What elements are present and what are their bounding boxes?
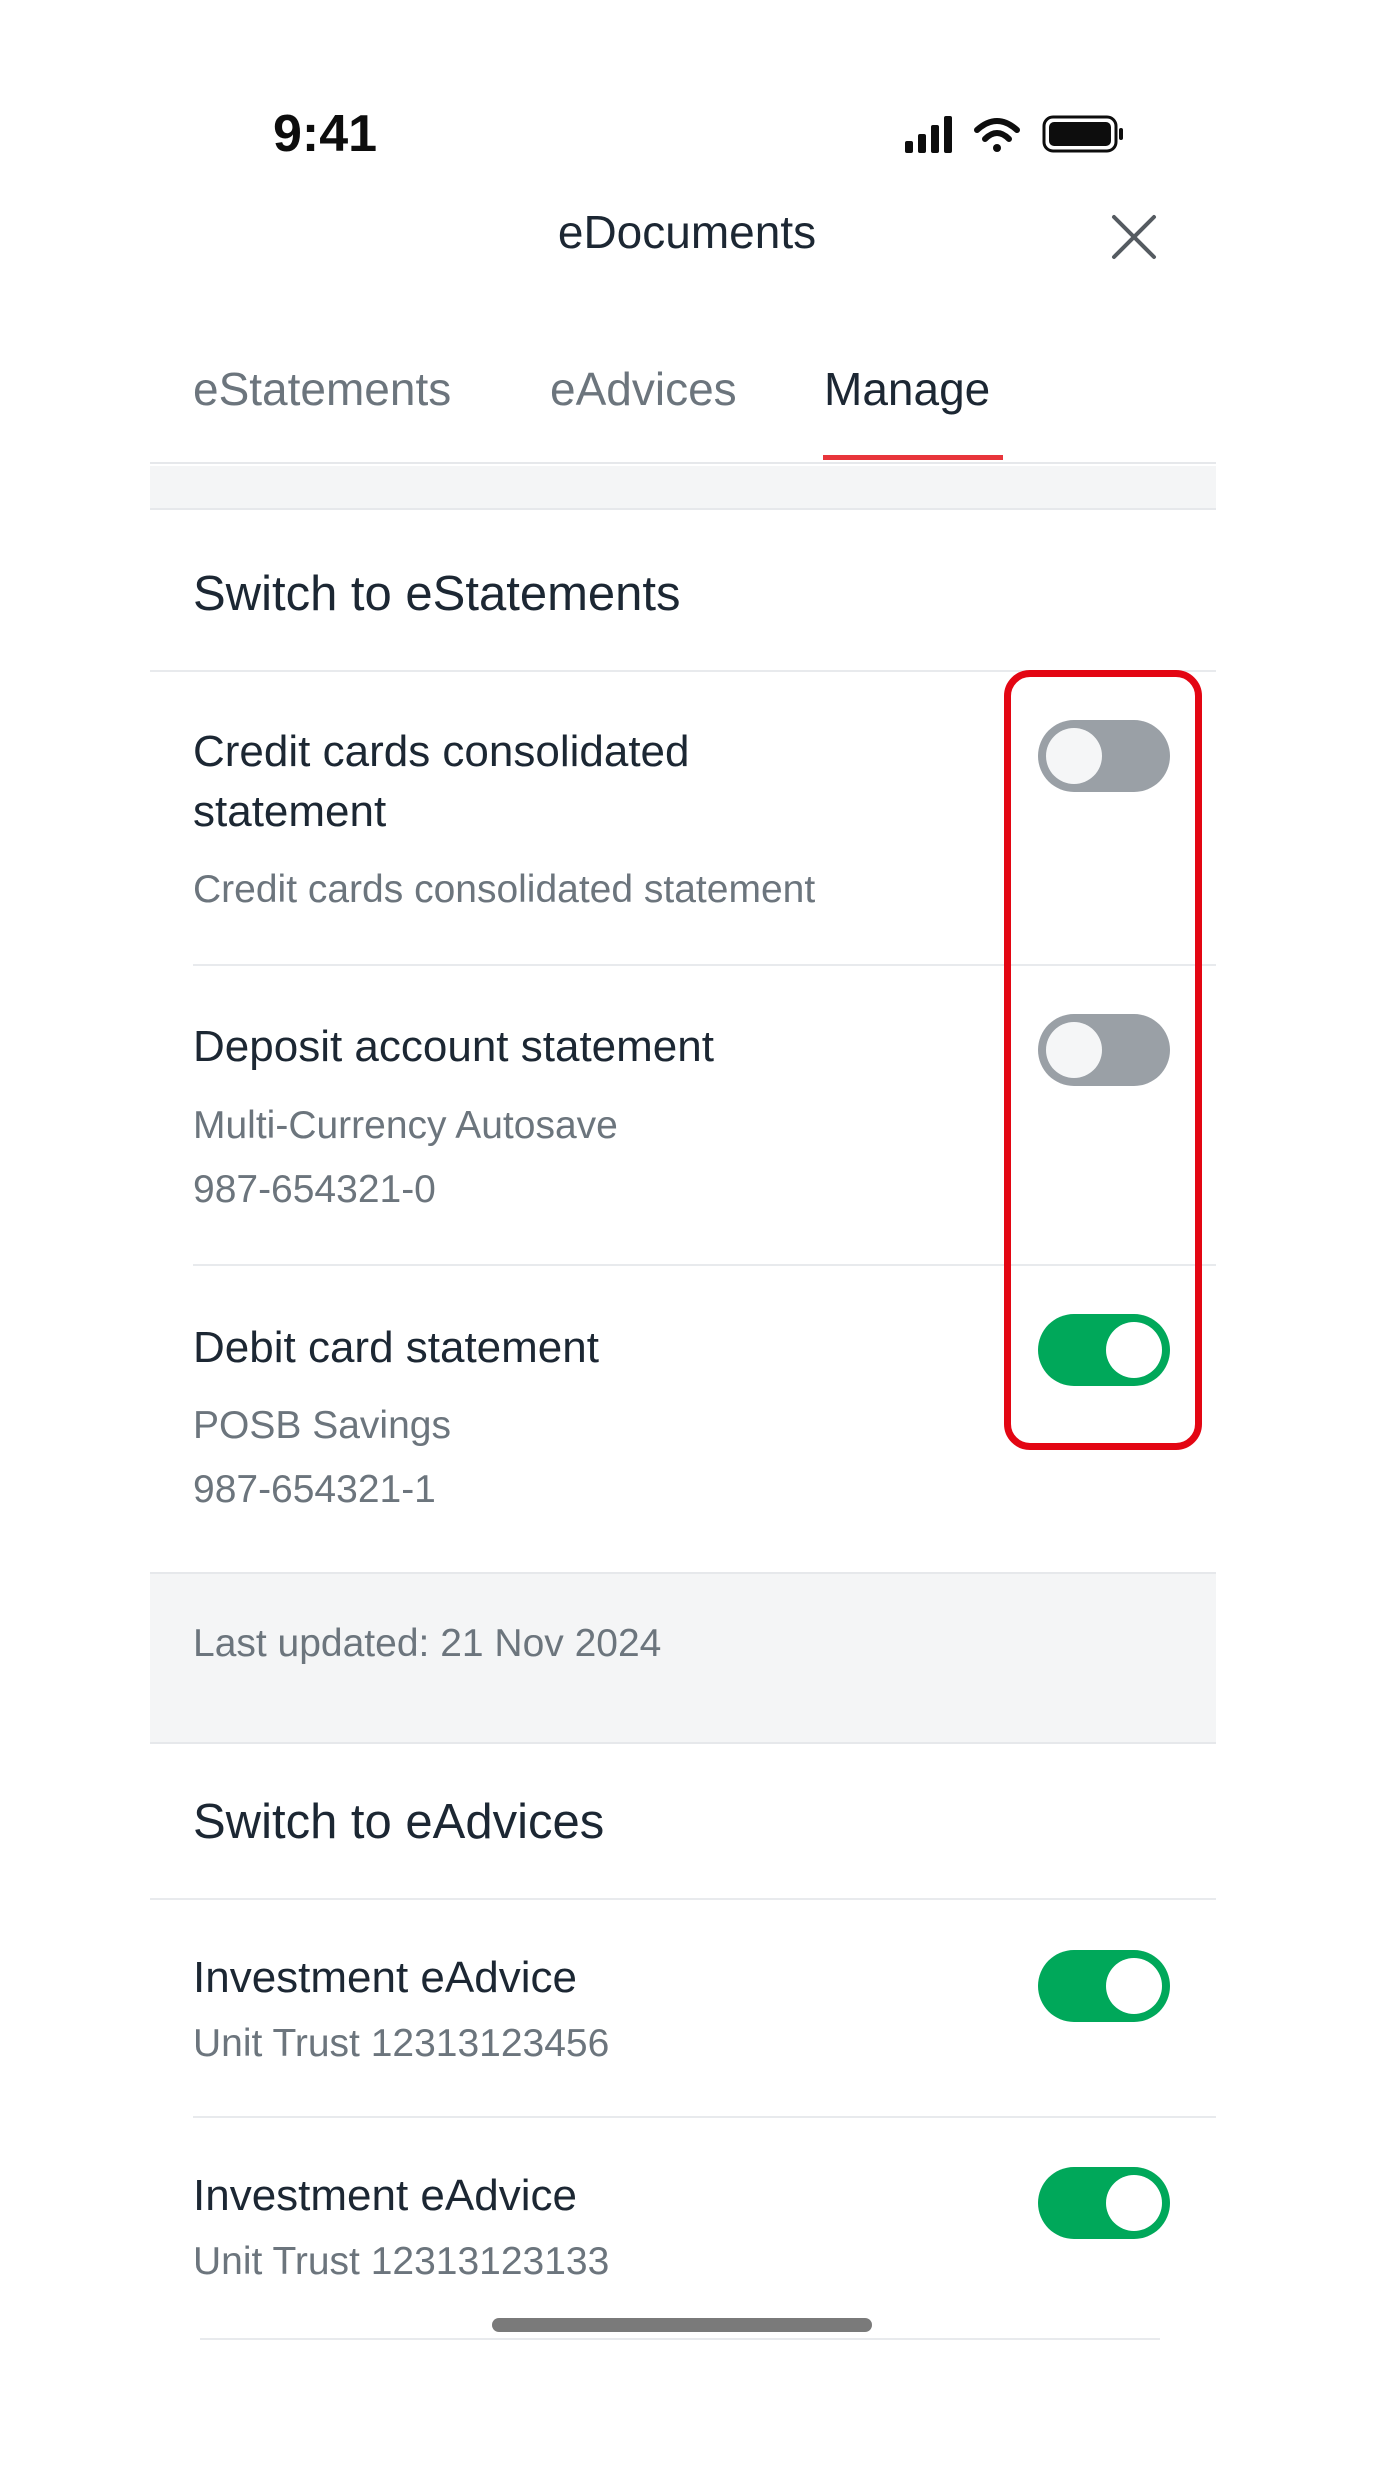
item-account-number: 987-654321-0 bbox=[193, 1168, 436, 1211]
last-updated-bar: Last updated: 21 Nov 2024 bbox=[150, 1572, 1216, 1744]
divider bbox=[193, 2116, 1216, 2118]
tab-manage[interactable]: Manage bbox=[824, 362, 990, 462]
item-account-number: 987-654321-1 bbox=[193, 1468, 436, 1511]
highlight-box bbox=[1004, 670, 1202, 1450]
divider bbox=[200, 2338, 1160, 2340]
item-subtitle: Unit Trust 12313123133 bbox=[193, 2240, 610, 2283]
cellular-signal-icon bbox=[905, 116, 952, 153]
battery-icon bbox=[1042, 115, 1123, 153]
edocuments-screen: 9:41 eDocuments eStatements eAdvices Man… bbox=[0, 0, 1374, 2475]
active-tab-indicator bbox=[823, 455, 1003, 460]
section-spacer bbox=[150, 466, 1216, 510]
item-subtitle: Multi-Currency Autosave bbox=[193, 1104, 618, 1147]
toggle-knob bbox=[1106, 1958, 1162, 2014]
home-indicator[interactable] bbox=[492, 2318, 872, 2332]
toggle-investment-eadvice-2[interactable] bbox=[1038, 2167, 1170, 2239]
status-icons bbox=[905, 115, 1123, 153]
item-title-deposit-account: Deposit account statement bbox=[193, 1022, 714, 1071]
divider bbox=[150, 1898, 1216, 1900]
item-title-credit-cards: Credit cards consolidated statement bbox=[193, 727, 690, 836]
section-title-eadvices: Switch to eAdvices bbox=[193, 1795, 605, 1849]
close-icon[interactable] bbox=[1105, 208, 1163, 266]
status-time: 9:41 bbox=[273, 105, 378, 163]
item-subtitle: Unit Trust 12313123456 bbox=[193, 2022, 610, 2065]
toggle-knob bbox=[1106, 2175, 1162, 2231]
last-updated-text: Last updated: 21 Nov 2024 bbox=[193, 1622, 662, 1665]
item-title-investment-eadvice: Investment eAdvice bbox=[193, 1953, 577, 2002]
item-title-debit-card: Debit card statement bbox=[193, 1323, 599, 1372]
item-subtitle: POSB Savings bbox=[193, 1404, 451, 1447]
tab-estatements[interactable]: eStatements bbox=[193, 362, 451, 462]
page-title: eDocuments bbox=[557, 206, 817, 258]
item-subtitle: Credit cards consolidated statement bbox=[193, 868, 816, 911]
wifi-icon bbox=[974, 118, 1020, 152]
tab-eadvices[interactable]: eAdvices bbox=[550, 362, 737, 462]
tab-bar: eStatements eAdvices Manage bbox=[150, 362, 1216, 464]
toggle-investment-eadvice-1[interactable] bbox=[1038, 1950, 1170, 2022]
item-title-investment-eadvice: Investment eAdvice bbox=[193, 2171, 577, 2220]
section-title-estatements: Switch to eStatements bbox=[193, 567, 681, 621]
